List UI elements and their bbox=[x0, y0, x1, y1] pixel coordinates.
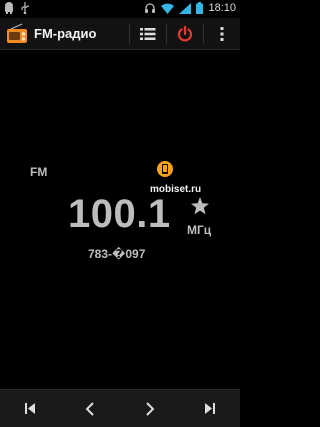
seek-back-icon bbox=[86, 401, 94, 416]
headset-icon bbox=[145, 3, 156, 13]
frequency-unit: МГц bbox=[187, 223, 212, 237]
band-label: FM bbox=[30, 165, 48, 179]
status-time: 18:10 bbox=[208, 2, 236, 14]
skip-previous-button[interactable] bbox=[10, 390, 50, 427]
skip-next-icon bbox=[205, 403, 215, 414]
seek-back-button[interactable] bbox=[70, 390, 110, 427]
fm-radio-screen: 18:10 FM-радио FM 100.1 МГц 783-�097 mob… bbox=[0, 0, 240, 427]
seek-forward-icon bbox=[146, 401, 154, 416]
battery-icon bbox=[196, 2, 204, 14]
station-name: 783-�097 bbox=[88, 247, 146, 261]
overflow-menu-icon bbox=[220, 26, 224, 41]
action-bar: FM-радио bbox=[0, 18, 240, 50]
seek-forward-button[interactable] bbox=[130, 390, 170, 427]
status-bar: 18:10 bbox=[0, 0, 240, 16]
signal-icon bbox=[179, 2, 192, 14]
skip-next-button[interactable] bbox=[190, 390, 230, 427]
watermark-logo-icon bbox=[157, 161, 173, 177]
station-list-button[interactable] bbox=[130, 18, 166, 50]
app-title: FM-радио bbox=[34, 26, 97, 41]
power-button[interactable] bbox=[167, 18, 203, 50]
skip-previous-icon bbox=[25, 403, 35, 414]
playback-controls bbox=[0, 389, 240, 427]
watermark-text: mobiset.ru bbox=[150, 184, 202, 195]
power-icon bbox=[177, 25, 193, 41]
overflow-menu-button[interactable] bbox=[204, 18, 240, 50]
wifi-icon bbox=[161, 3, 175, 14]
radio-icon bbox=[7, 22, 27, 43]
list-icon bbox=[140, 27, 156, 40]
usb-icon bbox=[21, 2, 29, 14]
watermark: mobiset.ru bbox=[150, 160, 220, 200]
android-icon bbox=[5, 2, 13, 14]
